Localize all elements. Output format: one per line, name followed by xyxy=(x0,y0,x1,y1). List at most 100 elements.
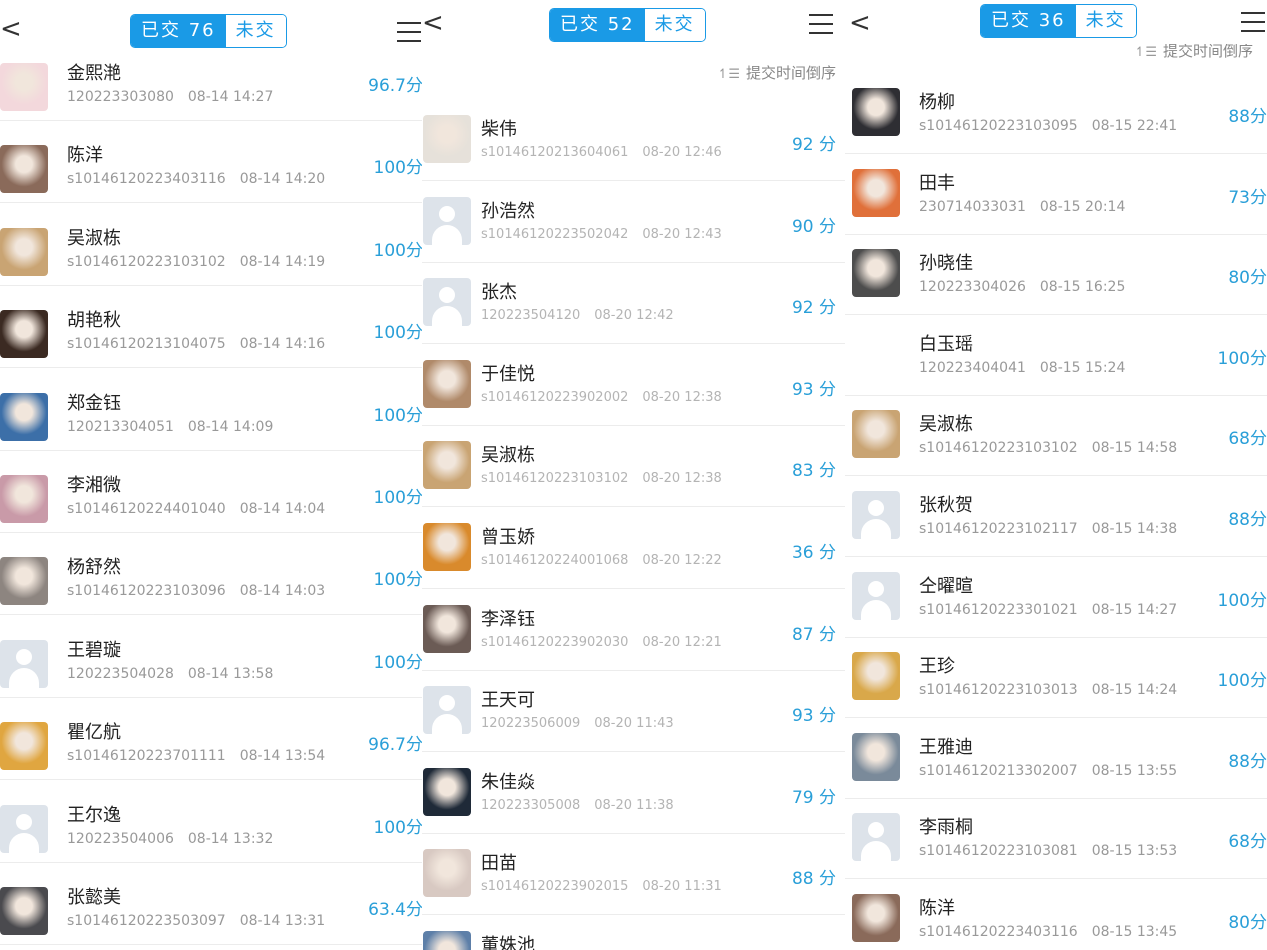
student-row[interactable]: 张杰 120223504120 08-20 12:42 92 分 xyxy=(422,262,850,344)
menu-icon[interactable] xyxy=(809,14,833,34)
student-row[interactable]: 杨舒然 s10146120223103096 08-14 14:03 100分 xyxy=(0,533,425,615)
student-row[interactable]: 孙浩然 s10146120223502042 08-20 12:43 90 分 xyxy=(422,181,850,263)
student-row[interactable]: 董姝池 xyxy=(422,915,850,950)
student-id: 120223305008 xyxy=(481,798,581,813)
tab-unsubmitted[interactable]: 未交 xyxy=(225,15,286,47)
tab-submitted[interactable]: 已交 52 xyxy=(550,9,645,41)
score: 88 分 xyxy=(791,869,836,889)
tab-submitted[interactable]: 已交 76 xyxy=(131,15,226,47)
student-name: 孙晓佳 xyxy=(919,253,973,274)
student-row[interactable]: 仝曜暄 s10146120223301021 08-15 14:27 100分 xyxy=(845,556,1267,638)
score: 87 分 xyxy=(791,625,836,645)
student-name: 吴淑栋 xyxy=(67,228,121,249)
student-row[interactable]: 王碧璇 120223504028 08-14 13:58 100分 xyxy=(0,616,425,698)
student-id: 120223504006 xyxy=(67,831,174,847)
student-id: 120213304051 xyxy=(67,419,174,435)
student-row[interactable]: 柴伟 s10146120213604061 08-20 12:46 92 分 xyxy=(422,99,850,181)
student-name: 仝曜暄 xyxy=(919,576,973,597)
student-id: 230714033031 xyxy=(919,199,1026,215)
menu-icon[interactable] xyxy=(1241,12,1265,32)
avatar xyxy=(0,393,48,441)
submit-time: 08-20 12:22 xyxy=(642,553,722,568)
student-row[interactable]: 张秋贺 s10146120223102117 08-15 14:38 88分 xyxy=(845,475,1267,557)
student-row[interactable]: 白玉瑶 120223404041 08-15 15:24 100分 xyxy=(845,314,1267,396)
student-id: s10146120213104075 xyxy=(67,336,226,352)
student-row[interactable]: 陈洋 s10146120223403116 08-15 13:45 80分 xyxy=(845,878,1267,950)
submit-time: 08-14 14:09 xyxy=(187,419,274,435)
student-row[interactable]: 瞿亿航 s10146120223701111 08-14 13:54 96.7分 xyxy=(0,698,425,780)
student-row[interactable]: 李泽钰 s10146120223902030 08-20 12:21 87 分 xyxy=(422,589,850,671)
panel-2: < 已交 52 未交 ↿☰ 提交时间倒序 柴伟 s10146120213604061… xyxy=(422,0,850,950)
student-row[interactable]: 金熙滟 120223303080 08-14 14:27 96.7分 xyxy=(0,39,425,121)
score: 88分 xyxy=(1228,107,1267,127)
student-row[interactable]: 朱佳焱 120223305008 08-20 11:38 79 分 xyxy=(422,752,850,834)
student-row[interactable]: 郑金钰 120213304051 08-14 14:09 100分 xyxy=(0,369,425,451)
tab-submitted[interactable]: 已交 36 xyxy=(981,5,1076,37)
submit-time: 08-14 14:20 xyxy=(239,171,326,187)
avatar xyxy=(423,605,471,653)
student-name: 王碧璇 xyxy=(67,640,121,661)
avatar xyxy=(0,887,48,935)
student-name: 杨舒然 xyxy=(67,557,121,578)
submit-time: 08-15 20:14 xyxy=(1039,199,1126,215)
submit-time: 08-15 14:24 xyxy=(1091,682,1178,698)
student-id: s10146120223103081 xyxy=(919,843,1078,859)
student-row[interactable]: 田丰 230714033031 08-15 20:14 73分 xyxy=(845,153,1267,235)
submit-time: 08-20 12:42 xyxy=(594,308,674,323)
student-row[interactable]: 吴淑栋 s10146120223103102 08-14 14:19 100分 xyxy=(0,204,425,286)
panel-3: ↿☰ 提交时间倒序 < 已交 36 未交 杨柳 s10146120223103095… xyxy=(845,0,1267,950)
student-meta: s10146120223403116 08-15 13:45 xyxy=(919,924,1177,940)
submit-time: 08-20 12:38 xyxy=(642,471,722,486)
student-meta: s10146120223103013 08-15 14:24 xyxy=(919,682,1177,698)
student-row[interactable]: 孙晓佳 120223304026 08-15 16:25 80分 xyxy=(845,233,1267,315)
submit-time: 08-15 15:24 xyxy=(1039,360,1126,376)
submit-time: 08-20 12:38 xyxy=(642,390,722,405)
score: 92 分 xyxy=(791,298,836,318)
submit-time: 08-15 14:38 xyxy=(1091,521,1178,537)
back-icon[interactable]: < xyxy=(0,16,22,42)
submit-time: 08-15 14:27 xyxy=(1091,602,1178,618)
student-row[interactable]: 李湘微 s10146120224401040 08-14 14:04 100分 xyxy=(0,451,425,533)
student-name: 吴淑栋 xyxy=(919,414,973,435)
student-row[interactable]: 于佳悦 s10146120223902002 08-20 12:38 93 分 xyxy=(422,344,850,426)
panel-1: 金熙滟 120223303080 08-14 14:27 96.7分 陈洋 s101461… xyxy=(0,0,425,950)
tab-unsubmitted[interactable]: 未交 xyxy=(1075,5,1136,37)
menu-icon[interactable] xyxy=(397,22,421,42)
score: 88分 xyxy=(1228,752,1267,772)
student-row[interactable]: 张懿美 s10146120223503097 08-14 13:31 63.4分 xyxy=(0,863,425,945)
score: 92 分 xyxy=(791,135,836,155)
sort-label: 提交时间倒序 xyxy=(1162,42,1253,60)
submit-time: 08-14 13:58 xyxy=(187,666,274,682)
sort-control[interactable]: ↿☰ 提交时间倒序 xyxy=(717,62,836,83)
student-row[interactable]: 王尔逸 120223504006 08-14 13:32 100分 xyxy=(0,781,425,863)
student-name: 田苗 xyxy=(481,853,517,874)
student-row[interactable]: 王天可 120223506009 08-20 11:43 93 分 xyxy=(422,670,850,752)
back-icon[interactable]: < xyxy=(422,10,444,36)
student-row[interactable]: 陈洋 s10146120223403116 08-14 14:20 100分 xyxy=(0,121,425,203)
avatar xyxy=(423,523,471,571)
student-meta: s10146120223502042 08-20 12:43 xyxy=(481,227,722,242)
student-row[interactable]: 曾玉娇 s10146120224001068 08-20 12:22 36 分 xyxy=(422,507,850,589)
student-row[interactable]: 杨柳 s10146120223103095 08-15 22:41 88分 xyxy=(845,72,1267,154)
student-row[interactable]: 田苗 s10146120223902015 08-20 11:31 88 分 xyxy=(422,833,850,915)
default-avatar-icon xyxy=(852,813,900,861)
student-name: 张秋贺 xyxy=(919,495,973,516)
score: 100分 xyxy=(373,158,423,178)
student-name: 田丰 xyxy=(919,173,955,194)
student-row[interactable]: 李雨桐 s10146120223103081 08-15 13:53 68分 xyxy=(845,797,1267,879)
student-name: 张杰 xyxy=(481,282,517,303)
back-icon[interactable]: < xyxy=(849,10,871,36)
submit-time: 08-14 14:19 xyxy=(239,254,326,270)
student-row[interactable]: 王雅迪 s10146120213302007 08-15 13:55 88分 xyxy=(845,717,1267,799)
student-row[interactable]: 王珍 s10146120223103013 08-15 14:24 100分 xyxy=(845,636,1267,718)
student-id: s10146120223103013 xyxy=(919,682,1078,698)
student-row[interactable]: 吴淑栋 s10146120223103102 08-20 12:38 83 分 xyxy=(422,425,850,507)
score: 63.4分 xyxy=(368,900,423,920)
student-meta: 120223303080 08-14 14:27 xyxy=(67,89,273,105)
student-row[interactable]: 吴淑栋 s10146120223103102 08-15 14:58 68分 xyxy=(845,394,1267,476)
student-id: 120223504028 xyxy=(67,666,174,682)
student-row[interactable]: 胡艳秋 s10146120213104075 08-14 14:16 100分 xyxy=(0,286,425,368)
sort-icon: ↿☰ xyxy=(717,67,740,82)
tab-unsubmitted[interactable]: 未交 xyxy=(644,9,705,41)
default-avatar-icon xyxy=(423,278,471,326)
